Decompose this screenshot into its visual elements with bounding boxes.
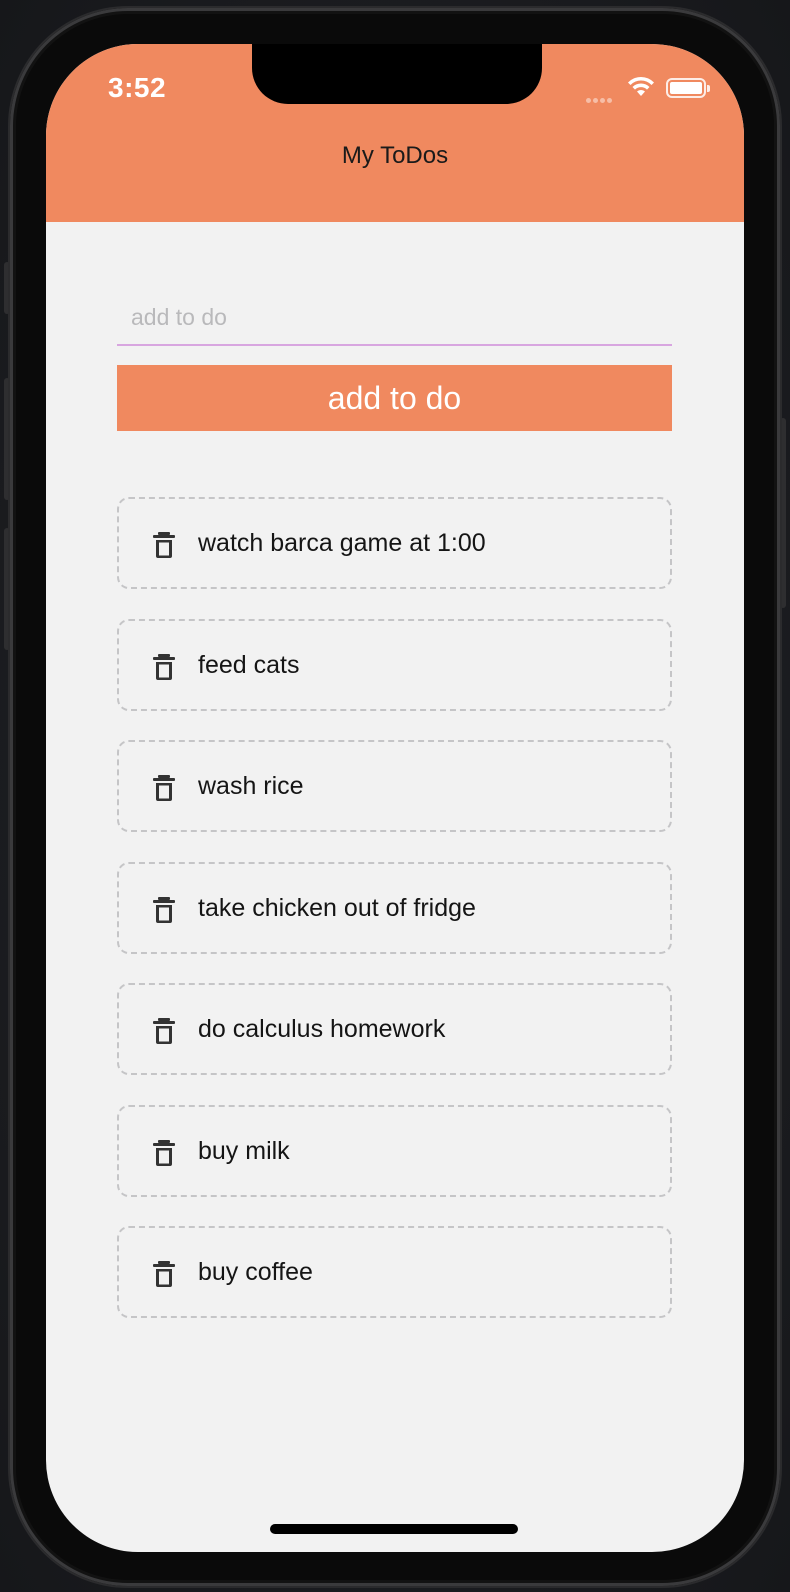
- wifi-icon: [628, 76, 654, 96]
- trash-icon[interactable]: [152, 531, 176, 559]
- trash-icon[interactable]: [152, 1260, 176, 1288]
- power-button: [780, 418, 786, 608]
- todo-label: feed cats: [198, 650, 300, 679]
- todo-item: buy milk: [117, 1104, 672, 1197]
- home-indicator[interactable]: [270, 1524, 518, 1534]
- todo-item: buy coffee: [117, 1226, 672, 1318]
- signal-icon: [586, 90, 618, 103]
- trash-icon[interactable]: [152, 653, 176, 681]
- todo-input[interactable]: [117, 292, 672, 342]
- battery-icon: [666, 78, 710, 98]
- trash-icon[interactable]: [152, 1017, 176, 1045]
- todo-label: watch barca game at 1:00: [198, 529, 486, 557]
- todo-input-container: [117, 292, 672, 346]
- todo-label: wash rice: [198, 772, 304, 800]
- todo-item: watch barca game at 1:00: [117, 497, 672, 589]
- todo-item: wash rice: [117, 740, 672, 832]
- todo-label: buy milk: [198, 1136, 290, 1165]
- todo-label: buy coffee: [198, 1258, 313, 1286]
- app-screen: 3:52 My ToDos add to do add to do watch …: [46, 44, 744, 1552]
- device-notch: [252, 44, 542, 104]
- status-time: 3:52: [108, 72, 167, 103]
- todo-list: watch barca game at 1:00 feed cats wash …: [117, 497, 672, 1348]
- trash-icon[interactable]: [152, 896, 176, 924]
- device-stage: 3:52 My ToDos add to do add to do watch …: [0, 0, 790, 1592]
- add-todo-button[interactable]: add to do: [117, 365, 672, 431]
- todo-item: feed cats: [117, 618, 672, 711]
- todo-label: do calculus homework: [198, 1015, 446, 1043]
- todo-item: do calculus homework: [117, 983, 672, 1075]
- trash-icon[interactable]: [152, 774, 176, 802]
- page-title: My ToDos: [341, 142, 449, 169]
- trash-icon[interactable]: [152, 1139, 176, 1167]
- todo-label: take chicken out of fridge: [198, 893, 476, 922]
- todo-item: take chicken out of fridge: [117, 861, 672, 954]
